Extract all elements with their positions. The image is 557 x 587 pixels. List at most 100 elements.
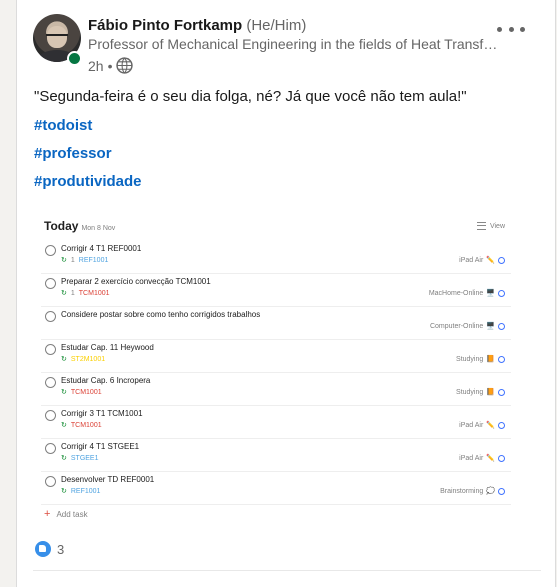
task-row: Desenvolver TD REF0001 ↻ REF1001 Brainstorm… bbox=[41, 471, 511, 505]
priority-icon bbox=[498, 289, 505, 297]
settings-sliders-icon bbox=[476, 222, 486, 230]
task-label-text: iPad Air bbox=[459, 421, 484, 429]
post-image-todoist-screenshot[interactable]: Today Mon 8 Nov View Corrigir 4 T1 REF000… bbox=[41, 210, 511, 528]
hashtag-link[interactable]: #todoist bbox=[34, 117, 92, 134]
priority-icon bbox=[498, 388, 505, 396]
task-row: Corrigir 4 T1 STGEE1 ↻ STGEE1 iPad Air ✏️ bbox=[41, 438, 511, 472]
task-row: Preparar 2 exercício convecção TCM1001 ↻ 1… bbox=[41, 273, 511, 307]
project-tag: TCM1001 bbox=[78, 289, 110, 297]
comment-count: 1 bbox=[70, 289, 75, 297]
task-meta: ↻ ST2M1001 bbox=[61, 355, 105, 364]
task-row: Corrigir 4 T1 REF0001 ↻ 1 REF1001 iPad Air ✏️ bbox=[41, 240, 511, 274]
meta-separator: • bbox=[107, 57, 113, 74]
post-meta: 2h • bbox=[88, 57, 134, 74]
task-meta: ↻ 1 REF1001 bbox=[61, 256, 109, 265]
post-time: 2h bbox=[88, 57, 104, 74]
task-checkbox bbox=[45, 410, 56, 421]
task-label: Studying 📙 bbox=[456, 355, 505, 363]
task-label-emoji: 📙 bbox=[486, 389, 495, 396]
task-row: Estudar Cap. 11 Heywood ↻ ST2M1001 Studying… bbox=[41, 339, 511, 373]
reaction-count: 3 bbox=[57, 541, 65, 557]
online-status-icon bbox=[67, 51, 82, 66]
task-meta: ↻ REF1001 bbox=[61, 487, 101, 496]
plus-icon: + bbox=[44, 508, 51, 520]
recurring-icon: ↻ bbox=[61, 422, 67, 429]
task-label-text: MacHome-Online bbox=[428, 289, 484, 297]
author-pronouns: (He/Him) bbox=[246, 17, 307, 34]
avatar-glasses bbox=[46, 34, 68, 41]
recurring-icon: ↻ bbox=[61, 356, 67, 363]
post-card: Fábio Pinto Fortkamp (He/Him) Professor … bbox=[16, 0, 556, 587]
task-title: Corrigir 3 T1 TCM1001 bbox=[61, 409, 143, 418]
task-title: Estudar Cap. 11 Heywood bbox=[61, 343, 154, 352]
author-name[interactable]: Fábio Pinto Fortkamp (He/Him) bbox=[88, 17, 306, 34]
recurring-icon: ↻ bbox=[61, 290, 67, 297]
task-label-emoji: ✏️ bbox=[486, 257, 495, 264]
priority-icon bbox=[498, 454, 505, 462]
today-heading: Today Mon 8 Nov bbox=[44, 219, 115, 233]
author-headline: Professor of Mechanical Engineering in t… bbox=[88, 36, 500, 52]
task-label: Computer-Online 🖥️ bbox=[430, 322, 505, 330]
today-date: Mon 8 Nov bbox=[81, 225, 116, 232]
project-tag: TCM1001 bbox=[70, 388, 102, 396]
task-checkbox bbox=[45, 278, 56, 289]
task-checkbox bbox=[45, 344, 56, 355]
recurring-icon: ↻ bbox=[61, 389, 67, 396]
task-label-text: iPad Air bbox=[459, 454, 484, 462]
project-tag: REF1001 bbox=[78, 256, 109, 264]
more-dot bbox=[520, 26, 525, 32]
task-title: Desenvolver TD REF0001 bbox=[61, 475, 155, 484]
hashtag-link[interactable]: #produtividade bbox=[34, 173, 142, 190]
priority-icon bbox=[498, 256, 505, 264]
reactions-count[interactable]: 3 bbox=[35, 541, 64, 557]
task-label-text: Studying bbox=[456, 355, 484, 363]
view-label: View bbox=[489, 222, 505, 230]
task-label-text: Brainstorming bbox=[440, 487, 484, 495]
task-meta: ↻ STGEE1 bbox=[61, 454, 99, 463]
priority-icon bbox=[498, 421, 505, 429]
task-label: Brainstorming 💭 bbox=[440, 487, 505, 495]
task-label-text: Computer-Online bbox=[429, 322, 484, 330]
task-label-emoji: 📙 bbox=[486, 356, 495, 363]
post-text: "Segunda-feira é o seu dia folga, né? Já… bbox=[34, 88, 467, 105]
priority-icon bbox=[498, 322, 505, 330]
task-label: Studying 📙 bbox=[456, 388, 505, 396]
task-row: Corrigir 3 T1 TCM1001 ↻ TCM1001 iPad Air ✏️ bbox=[41, 405, 511, 439]
task-label-emoji: 💭 bbox=[486, 488, 495, 495]
task-label-emoji: 🖥️ bbox=[486, 290, 495, 297]
divider bbox=[33, 570, 541, 571]
priority-icon bbox=[498, 487, 505, 495]
task-row: Estudar Cap. 6 Incropera ↻ TCM1001 Studying… bbox=[41, 372, 511, 406]
add-task-row: + Add task bbox=[44, 508, 88, 520]
author-name-text[interactable]: Fábio Pinto Fortkamp bbox=[88, 17, 242, 34]
hashtag-link[interactable]: #professor bbox=[34, 145, 112, 162]
view-menu: View bbox=[476, 222, 505, 230]
today-title: Today bbox=[44, 219, 79, 233]
task-label: iPad Air ✏️ bbox=[459, 454, 505, 462]
task-meta: ↻ TCM1001 bbox=[61, 388, 102, 397]
task-label-text: Studying bbox=[456, 388, 484, 396]
recurring-icon: ↻ bbox=[61, 257, 67, 264]
task-checkbox bbox=[45, 377, 56, 388]
task-title: Corrigir 4 T1 REF0001 bbox=[61, 244, 142, 253]
task-checkbox bbox=[45, 245, 56, 256]
more-options-button[interactable] bbox=[497, 21, 525, 37]
task-checkbox bbox=[45, 311, 56, 322]
task-checkbox bbox=[45, 476, 56, 487]
more-dot bbox=[497, 26, 502, 32]
project-tag: STGEE1 bbox=[70, 454, 99, 462]
task-title: Considere postar sobre como tenho corrig… bbox=[61, 310, 261, 319]
recurring-icon: ↻ bbox=[61, 455, 67, 462]
task-label-text: iPad Air bbox=[459, 256, 484, 264]
task-label: iPad Air ✏️ bbox=[459, 256, 505, 264]
like-reaction-icon bbox=[35, 541, 51, 557]
task-row: Considere postar sobre como tenho corrig… bbox=[41, 306, 511, 340]
project-tag: REF1001 bbox=[70, 487, 101, 495]
task-title: Preparar 2 exercício convecção TCM1001 bbox=[61, 277, 211, 286]
task-label: iPad Air ✏️ bbox=[459, 421, 505, 429]
task-meta: ↻ TCM1001 bbox=[61, 421, 102, 430]
task-label-emoji: 🖥️ bbox=[486, 323, 495, 330]
comment-count: 1 bbox=[70, 256, 75, 264]
more-dot bbox=[508, 26, 514, 32]
task-title: Corrigir 4 T1 STGEE1 bbox=[61, 442, 140, 451]
